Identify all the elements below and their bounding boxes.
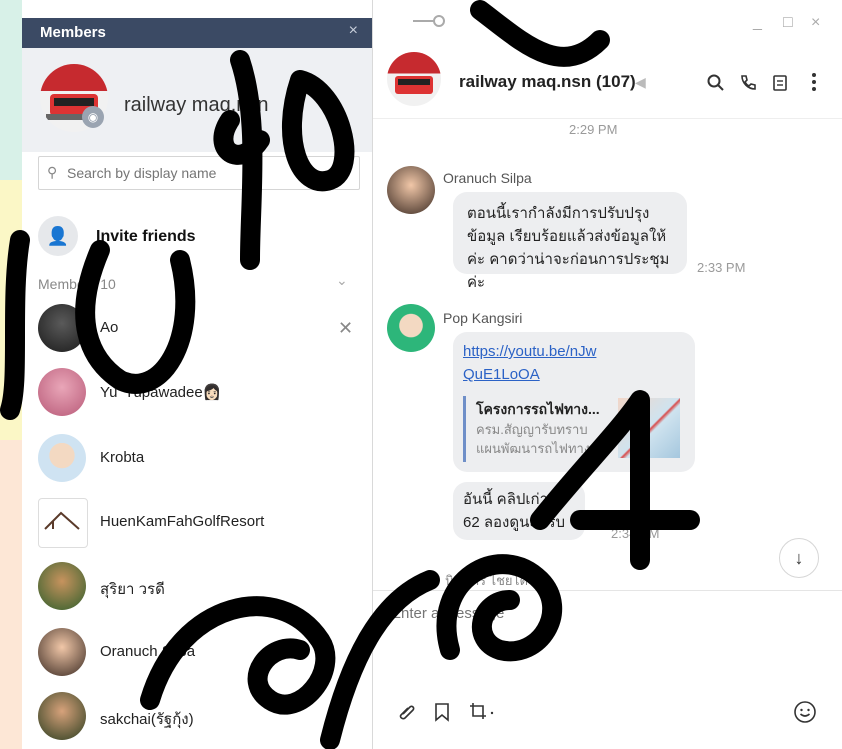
member-item[interactable]: Krobta [38,434,358,490]
sender-avatar[interactable] [387,304,435,352]
notes-icon[interactable] [771,74,789,92]
phone-icon[interactable] [739,74,757,92]
preview-title: โครงการรถไฟทาง... [476,401,600,417]
member-avatar [38,498,88,548]
invite-friends-label: Invite friends [96,228,196,245]
chevron-down-icon[interactable]: ⌄ [336,272,348,289]
member-item[interactable]: HuenKamFahGolfResort [38,498,358,554]
emoji-icon[interactable] [793,700,817,724]
pin-icon[interactable] [413,14,445,28]
search-icon: ⚲ [47,164,58,180]
more-icon[interactable] [811,72,817,92]
member-avatar [38,434,86,482]
minimize-button[interactable]: _ [753,14,762,32]
message-bubble[interactable]: ตอนนี้เรากำลังมีการปรับปรุงข้อมูล เรียบร… [453,192,687,291]
message-time: 2:33 PM [697,260,746,275]
preview-thumbnail [618,398,680,458]
add-person-icon: 👤 [38,216,78,256]
member-item[interactable]: Yu' Yupawadee👩🏻 [38,368,358,424]
member-avatar [38,628,86,676]
chat-header: railway maq.nsn (107) ◀ [373,44,842,116]
member-avatar [38,562,86,610]
preview-description: ครม.สัญญารับทราบแผนพัฒนารถไฟทาง... [476,422,602,456]
close-window-button[interactable]: × [811,14,820,32]
sender-avatar[interactable] [387,166,435,214]
members-panel: Members × ◉ railway maq.nsn ⚲ 👤 Invite f… [22,0,384,749]
member-name: Yu' Yupawadee👩🏻 [100,384,222,401]
member-name: Krobta [100,449,145,466]
group-name: railway maq.nsn [124,94,269,116]
member-name: สุริยา วรดี [100,581,165,598]
typing-indicator: นิธิภัทร ไชยโต [445,573,528,588]
chat-avatar[interactable] [387,52,441,106]
message-bubble[interactable]: https://youtu.be/nJwQuE1LoOA โครงการรถไฟ… [453,332,695,472]
member-item[interactable]: สุริยา วรดี [38,562,358,618]
message-bubble[interactable]: อันนี้ คลิปเก่า ปี 62 ลองดูนะครับ [453,482,585,540]
member-name: HuenKamFahGolfResort [100,513,265,530]
member-avatar [38,368,86,416]
chat-title: railway maq.nsn (107) [459,72,636,91]
camera-icon[interactable]: ◉ [82,106,104,128]
link-preview[interactable]: โครงการรถไฟทาง... ครม.สัญญารับทราบแผนพัฒ… [463,396,692,462]
sender-name: Pop Kangsiri [443,310,523,326]
message-text: อันนี้ คลิปเก่า ปี 62 ลองดูนะครับ [463,491,566,531]
sender-name: Oranuch Silpa [443,170,532,186]
member-avatar [38,692,86,740]
member-name: sakchai(รัฐกุ้ง) [100,711,194,728]
attach-icon[interactable] [397,702,417,722]
message-link[interactable]: https://youtu.be/nJwQuE1LoOA [463,340,603,386]
message-text: ตอนนี้เรากำลังมีการปรับปรุงข้อมูล เรียบร… [467,205,670,291]
message-time: 2:34 PM [611,526,660,541]
left-background-strip [0,0,22,749]
member-name: Oranuch Silpa [100,643,196,660]
maximize-button[interactable]: □ [783,14,793,32]
member-search-input[interactable] [65,161,349,185]
mute-icon: ◀ [635,74,646,90]
composer-divider [373,590,842,591]
message-time: 2:29 PM [569,122,618,137]
close-members-button[interactable]: × [349,22,358,40]
member-search[interactable]: ⚲ [38,156,360,190]
scroll-to-bottom-button[interactable]: ↓ [779,538,819,578]
member-avatar [38,304,86,352]
message-input[interactable] [389,604,813,623]
member-name: Ao [100,319,119,336]
bookmark-icon[interactable] [433,702,451,722]
member-item[interactable]: sakchai(รัฐกุ้ง) [38,692,358,748]
group-profile: ◉ railway maq.nsn [22,48,372,152]
members-title: Members [40,24,106,41]
search-icon[interactable] [707,74,725,92]
members-count: Members 10 [38,276,116,292]
crop-icon[interactable] [469,702,495,722]
window-titlebar: _ □ × [373,0,842,44]
members-header: Members × [22,18,372,48]
header-divider [373,118,842,119]
member-item[interactable]: Oranuch Silpa [38,628,358,684]
chat-panel: _ □ × railway maq.nsn (107) ◀ 2:29 PM Or… [373,0,842,749]
member-item[interactable]: Ao [38,304,358,360]
